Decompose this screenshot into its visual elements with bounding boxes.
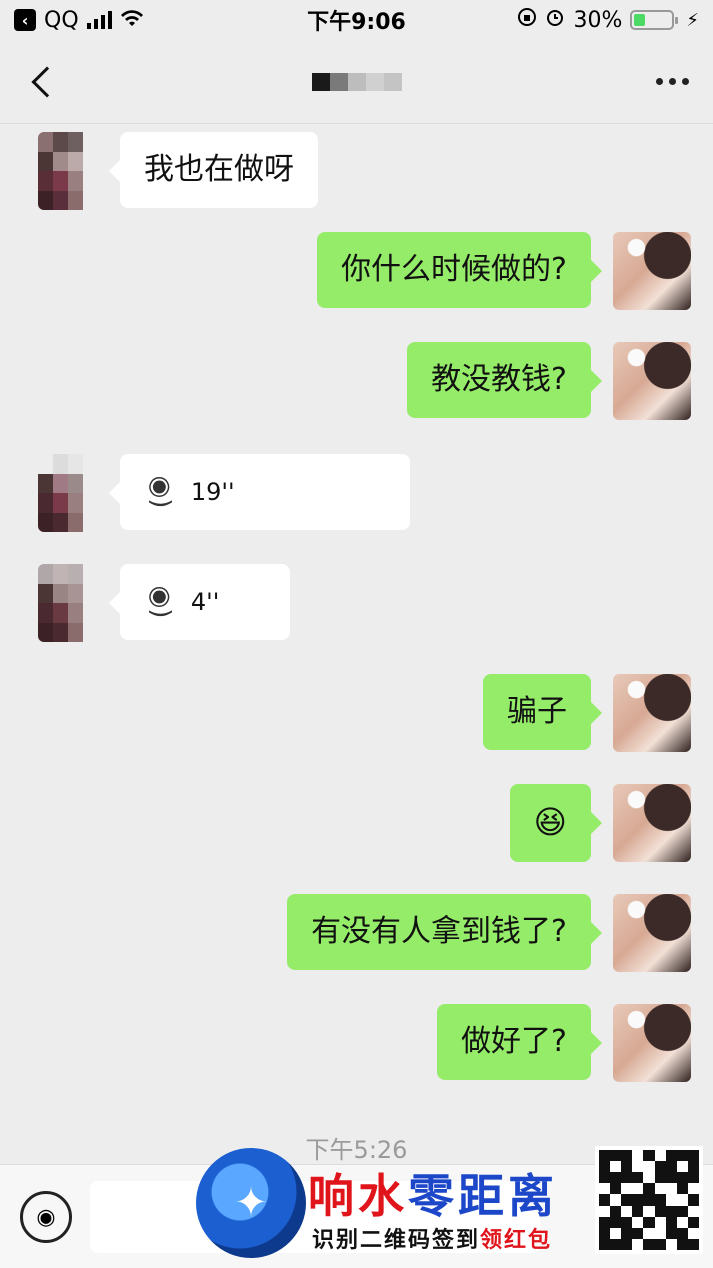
message-incoming: ◉) 19'': [38, 454, 410, 532]
message-outgoing: 做好了?: [437, 1004, 691, 1082]
message-bubble[interactable]: 教没教钱?: [407, 342, 602, 418]
message-bubble[interactable]: 有没有人拿到钱了?: [287, 894, 602, 970]
more-dots-icon[interactable]: [656, 78, 689, 85]
wifi-icon: [120, 8, 144, 32]
message-input[interactable]: [90, 1181, 540, 1253]
grinning-squint-emoji: 😆: [533, 803, 567, 841]
message-outgoing: 你什么时候做的?: [317, 232, 691, 310]
message-list: 我也在做呀 你什么时候做的? 教没教钱? ◉) 19'' ◉) 4'' 骗子 😆…: [0, 124, 713, 1164]
message-bubble[interactable]: 😆: [509, 784, 603, 862]
message-outgoing: 骗子: [483, 674, 691, 752]
battery-percent: 30%: [573, 7, 623, 33]
contact-avatar[interactable]: [38, 564, 98, 642]
input-bar: ◉: [0, 1164, 713, 1268]
voice-message[interactable]: ◉) 4'': [109, 564, 290, 640]
status-bar: ‹ QQ 下午9:06 30% ⚡: [0, 0, 713, 40]
chat-screen: ‹ QQ 下午9:06 30% ⚡ 我也在做呀 你什么时候做的? 教没教钱? ◉…: [0, 0, 713, 1268]
message-bubble[interactable]: 做好了?: [437, 1004, 602, 1080]
my-avatar[interactable]: [613, 1004, 691, 1082]
message-incoming: 我也在做呀: [38, 132, 318, 210]
message-outgoing: 教没教钱?: [407, 342, 691, 420]
voice-wave-icon: ◉): [145, 475, 176, 509]
message-text: 做好了?: [461, 1024, 567, 1059]
message-incoming: ◉) 4'': [38, 564, 290, 642]
back-app-label[interactable]: QQ: [44, 8, 79, 33]
back-to-app-icon[interactable]: ‹: [14, 9, 36, 31]
chat-title-redacted: [312, 72, 402, 91]
orientation-lock-icon: [517, 7, 537, 33]
message-text: 教没教钱?: [431, 362, 567, 397]
status-right: 30% ⚡: [517, 7, 699, 33]
chat-header: [0, 40, 713, 124]
message-timestamp: 下午5:26: [305, 1136, 408, 1164]
charging-icon: ⚡: [686, 9, 699, 31]
my-avatar[interactable]: [613, 232, 691, 310]
message-bubble[interactable]: 我也在做呀: [109, 132, 318, 208]
voice-wave-icon: ◉): [145, 585, 176, 619]
message-text: 我也在做呀: [144, 152, 294, 187]
status-left: ‹ QQ: [14, 8, 144, 33]
my-avatar[interactable]: [613, 674, 691, 752]
voice-message[interactable]: ◉) 19'': [109, 454, 410, 530]
message-outgoing: 😆: [509, 784, 691, 862]
contact-avatar[interactable]: [38, 454, 98, 532]
my-avatar[interactable]: [613, 784, 691, 862]
my-avatar[interactable]: [613, 894, 691, 972]
message-bubble[interactable]: 你什么时候做的?: [317, 232, 602, 308]
message-text: 骗子: [507, 694, 567, 729]
signal-icon: [86, 11, 112, 29]
message-text: 你什么时候做的?: [341, 252, 567, 287]
voice-duration: 4'': [190, 588, 220, 616]
battery-icon: [630, 10, 679, 30]
my-avatar[interactable]: [613, 342, 691, 420]
message-bubble[interactable]: 骗子: [483, 674, 602, 750]
message-outgoing: 有没有人拿到钱了?: [287, 894, 691, 972]
voice-duration: 19'': [190, 478, 235, 506]
chevron-left-icon[interactable]: [31, 65, 63, 98]
alarm-icon: [545, 7, 565, 33]
message-text: 有没有人拿到钱了?: [311, 914, 567, 949]
voice-input-icon[interactable]: ◉: [20, 1191, 72, 1243]
battery-level: [634, 14, 646, 26]
contact-avatar[interactable]: [38, 132, 98, 210]
